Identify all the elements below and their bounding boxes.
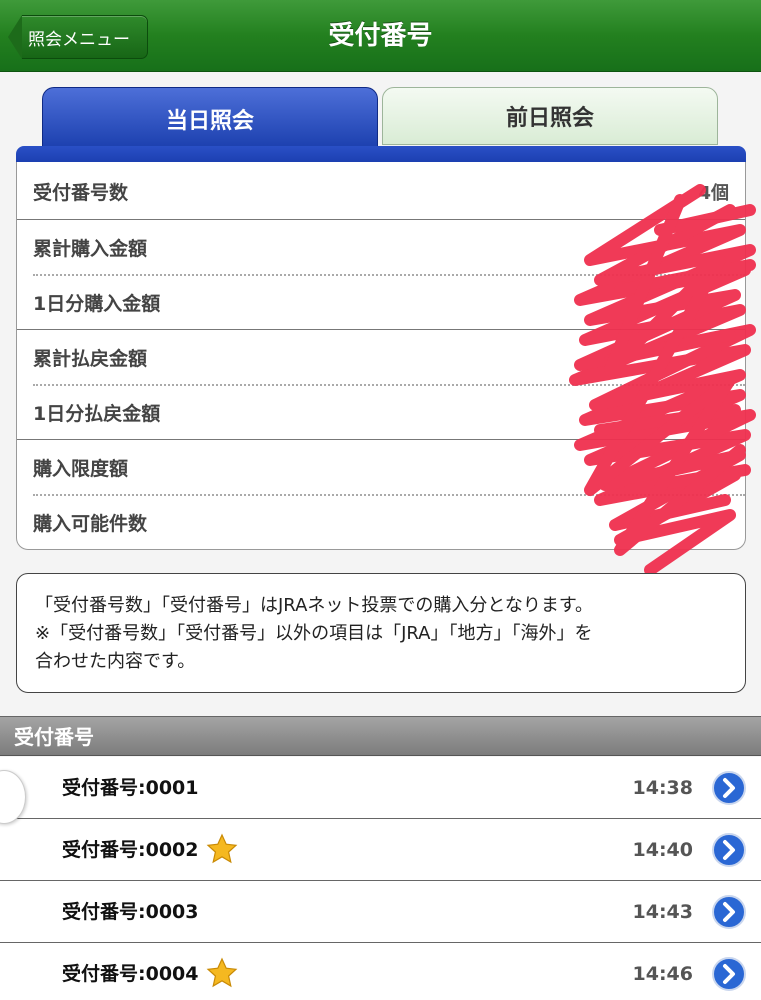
tab-previous-day[interactable]: 前日照会 <box>382 87 718 145</box>
summary-label: 1日分購入金額 <box>33 293 161 315</box>
receipt-number: 受付番号:0001 <box>62 777 199 799</box>
info-note: 「受付番号数」「受付番号」はJRAネット投票での購入分となります。 ※「受付番号… <box>16 573 746 693</box>
list-item[interactable]: 受付番号:0004 14:46 <box>0 943 761 1000</box>
list-item[interactable]: 受付番号:0003 14:43 <box>0 881 761 943</box>
receipt-time: 14:46 <box>632 963 693 985</box>
chevron-right-icon[interactable] <box>711 956 747 992</box>
nav-bar: 受付番号 照会メニュー <box>0 0 761 72</box>
back-arrow-icon <box>8 15 22 59</box>
receipt-time: 14:38 <box>632 777 693 799</box>
chevron-right-icon[interactable] <box>711 832 747 868</box>
back-button[interactable]: 照会メニュー <box>8 15 148 59</box>
receipt-number: 受付番号:0004 <box>62 963 199 985</box>
redaction-scribble <box>569 184 756 576</box>
note-line: 「受付番号数」「受付番号」はJRAネット投票での購入分となります。 <box>35 595 594 616</box>
section-header: 受付番号 <box>0 716 761 756</box>
receipt-number: 受付番号:0003 <box>62 901 199 923</box>
summary-label: 1日分払戻金額 <box>33 403 161 425</box>
back-button-label: 照会メニュー <box>22 15 148 59</box>
summary-label: 購入限度額 <box>33 458 129 480</box>
note-line: 合わせた内容です。 <box>35 651 196 672</box>
receipt-number: 受付番号:0002 <box>62 839 199 861</box>
list-item[interactable]: 受付番号:0002 14:40 <box>0 819 761 881</box>
receipt-time: 14:40 <box>632 839 693 861</box>
summary-label: 受付番号数 <box>33 182 129 204</box>
note-line: ※「受付番号数」「受付番号」以外の項目は「JRA」「地方」「海外」を <box>35 623 593 644</box>
tab-today-label: 当日照会 <box>165 108 254 134</box>
summary-label: 累計払戻金額 <box>33 348 148 370</box>
summary-label: 累計購入金額 <box>33 238 148 260</box>
tab-previous-day-label: 前日照会 <box>505 106 594 131</box>
chevron-right-icon[interactable] <box>711 770 747 806</box>
receipt-time: 14:43 <box>632 901 693 923</box>
star-icon <box>206 833 238 864</box>
summary-label: 購入可能件数 <box>33 513 148 535</box>
chevron-right-icon[interactable] <box>711 894 747 930</box>
star-icon <box>206 957 238 988</box>
tab-today[interactable]: 当日照会 <box>42 87 378 149</box>
list-item[interactable]: 受付番号:0001 14:38 <box>0 757 761 819</box>
